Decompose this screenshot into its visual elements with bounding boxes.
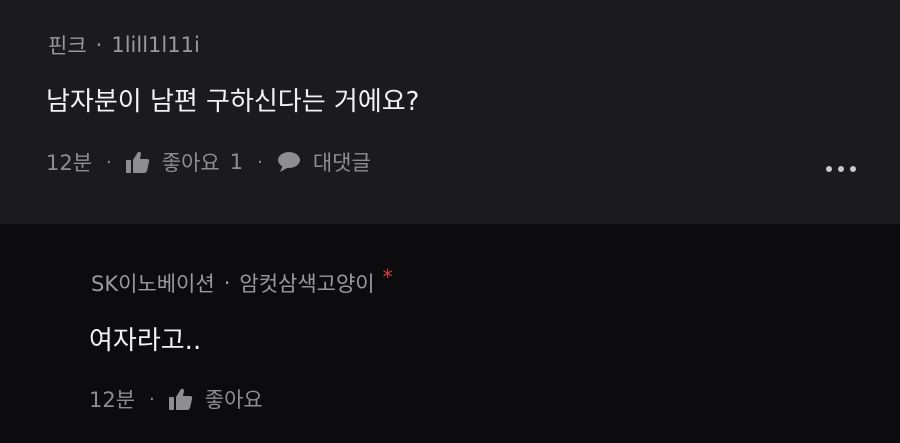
more-options-button[interactable] <box>826 166 856 172</box>
reply-nickname[interactable]: 암컷삼색고양이 <box>239 268 374 298</box>
like-count: 1 <box>229 150 244 174</box>
comment-actions: 12분 · 좋아요 1 · 대댓글 <box>46 147 371 177</box>
reply-actions: 12분 · 좋아요 <box>89 384 263 414</box>
reply-label: 대댓글 <box>312 151 371 175</box>
like-button[interactable]: 좋아요 1 <box>125 147 244 177</box>
comment-nickname[interactable]: 1lill1l11i <box>111 33 199 57</box>
action-separator: · <box>149 388 155 410</box>
like-button[interactable]: 좋아요 <box>168 384 263 414</box>
speech-bubble-icon <box>277 152 300 172</box>
like-label: 좋아요 <box>204 388 263 412</box>
reply-time: 12분 <box>89 388 136 412</box>
reply-meta: SK이노베이션 · 암컷삼색고양이 * <box>91 265 393 298</box>
reply-button[interactable]: 대댓글 <box>277 147 371 177</box>
comment-card: 핀크 · 1lill1l11i 남자분이 남편 구하신다는 거에요? 12분 ·… <box>0 0 900 224</box>
comment-time: 12분 <box>46 151 93 175</box>
more-dots-icon <box>826 166 832 172</box>
comment-author[interactable]: 핀크 <box>48 30 87 60</box>
like-label: 좋아요 <box>161 151 220 175</box>
comment-meta: 핀크 · 1lill1l11i <box>48 30 200 60</box>
reply-text: 여자라고.. <box>89 326 202 356</box>
thumbs-up-icon <box>125 151 150 173</box>
meta-separator: · <box>95 33 103 57</box>
comment-text: 남자분이 남편 구하신다는 거에요? <box>46 87 420 117</box>
action-separator: · <box>106 151 112 173</box>
reply-author[interactable]: SK이노베이션 <box>91 268 215 298</box>
meta-separator: · <box>223 271 231 295</box>
more-dots-icon <box>850 166 856 172</box>
more-dots-icon <box>838 166 844 172</box>
op-marker: * <box>382 265 393 289</box>
action-separator: · <box>257 151 263 173</box>
thumbs-up-icon <box>168 388 193 410</box>
reply-card: SK이노베이션 · 암컷삼색고양이 * 여자라고.. 12분 · 좋아요 <box>0 224 900 443</box>
